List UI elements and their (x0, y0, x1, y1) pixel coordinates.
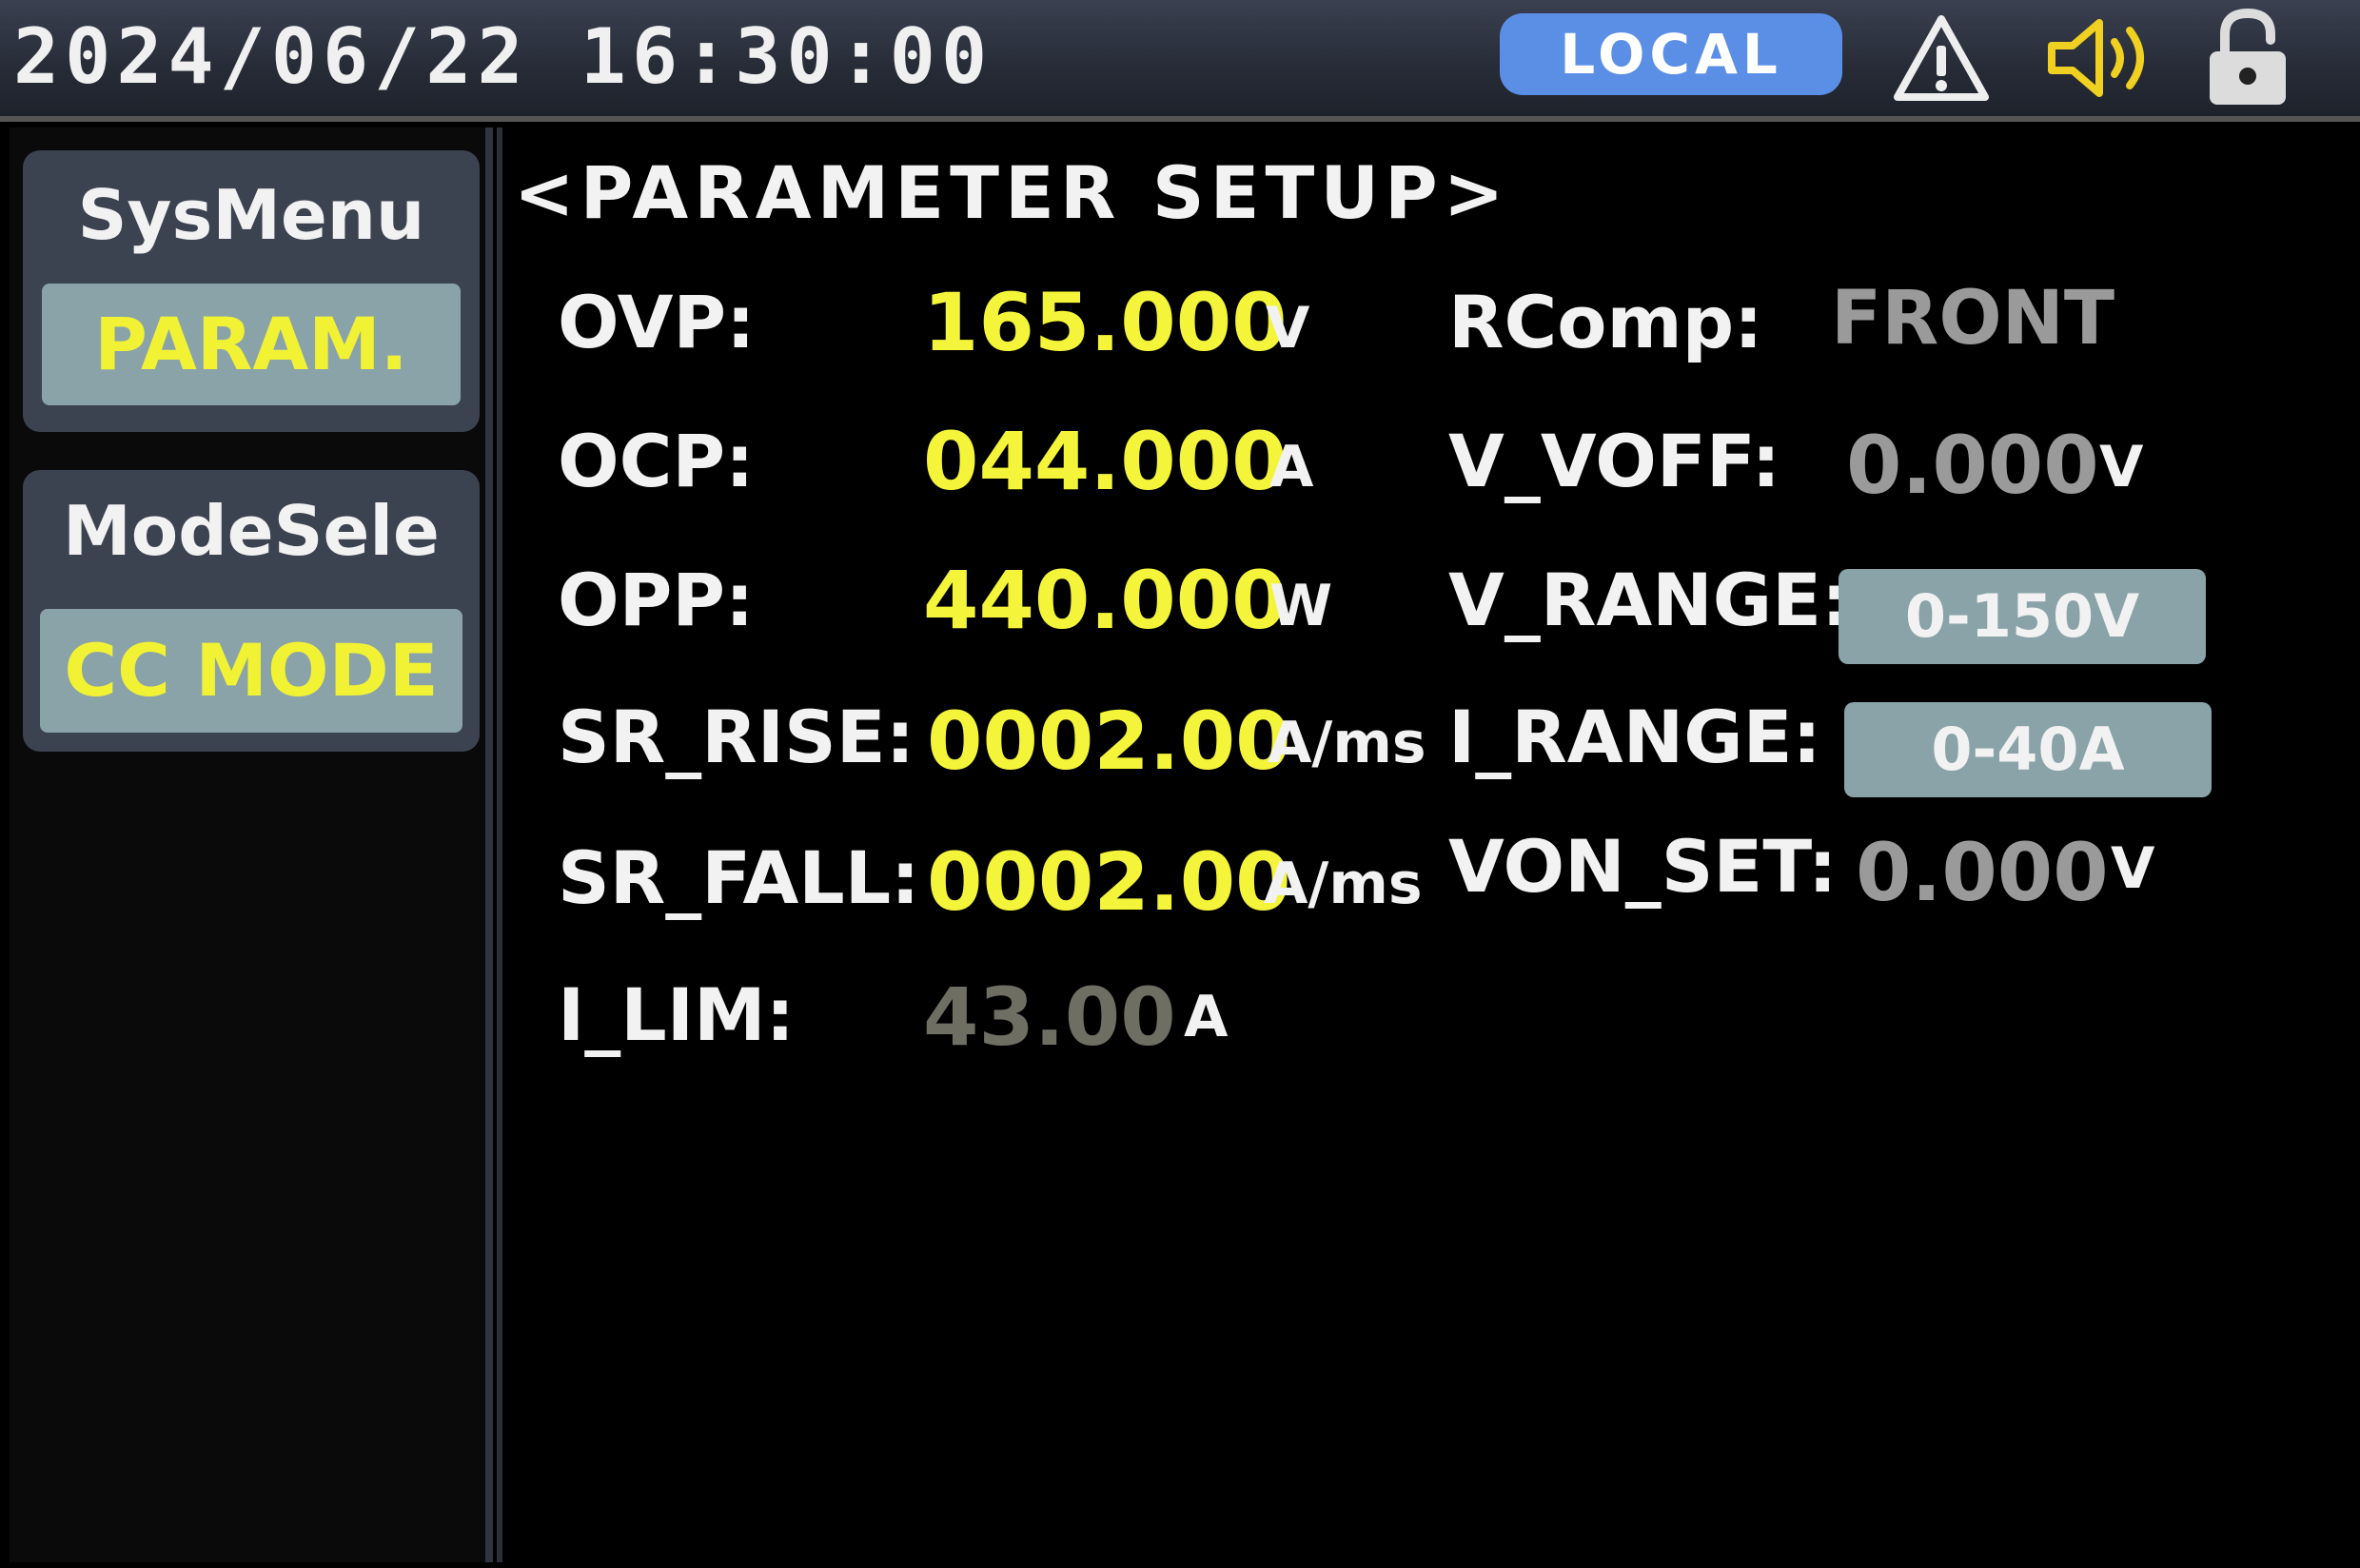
sr-rise-label: SR_RISE: (558, 695, 915, 779)
speaker-icon[interactable] (2044, 13, 2158, 103)
i-lim-value: 43.00 (923, 970, 1176, 1064)
parameter-setup-panel: <PARAMETER SETUP> OVP: 165.000 V OCP: 04… (497, 127, 2356, 1562)
sysmenu-title: SysMenu (77, 175, 425, 255)
i-range-label: I_RANGE: (1448, 695, 1821, 779)
von-set-label: VON_SET: (1448, 824, 1838, 909)
datetime-display: 2024/06/22 16:30:00 (13, 12, 993, 101)
sr-rise-value[interactable]: 0002.00 (927, 695, 1291, 788)
rcomp-value[interactable]: FRONT (1831, 276, 2114, 362)
mode-select-selected-button[interactable]: CC MODE (40, 609, 462, 733)
sysmenu-selected-button[interactable]: PARAM. (42, 284, 461, 405)
rcomp-label: RComp: (1448, 280, 1763, 364)
opp-value[interactable]: 440.000 (923, 554, 1288, 647)
i-lim-label: I_LIM: (558, 972, 796, 1057)
von-set-unit: V (2111, 835, 2155, 902)
status-bar: 2024/06/22 16:30:00 LOCAL (0, 0, 2360, 122)
von-set-value[interactable]: 0.000 (1856, 826, 2109, 919)
sr-fall-value[interactable]: 0002.00 (927, 835, 1291, 929)
page-title: <PARAMETER SETUP> (514, 150, 1510, 235)
sr-fall-unit: A/ms (1264, 851, 1423, 917)
v-range-button[interactable]: 0-150V (1839, 569, 2206, 664)
side-menu-panel: SysMenu PARAM. ModeSele CC MODE (10, 127, 493, 1562)
sysmenu-group: SysMenu PARAM. (23, 150, 480, 432)
local-mode-badge[interactable]: LOCAL (1500, 13, 1842, 95)
v-voff-unit: V (2099, 434, 2144, 500)
v-range-label: V_RANGE: (1448, 558, 1851, 642)
ovp-unit: V (1266, 295, 1310, 362)
v-voff-value[interactable]: 0.000 (1846, 419, 2099, 512)
sr-rise-unit: A/ms (1268, 710, 1426, 776)
warning-icon (1894, 15, 1989, 101)
opp-label: OPP: (558, 558, 755, 642)
mode-select-title: ModeSele (63, 491, 440, 571)
opp-unit: W (1269, 573, 1333, 639)
v-voff-label: V_VOFF: (1448, 419, 1780, 503)
i-range-button[interactable]: 0-40A (1844, 702, 2212, 797)
ocp-value[interactable]: 044.000 (923, 415, 1288, 508)
unlock-icon[interactable] (2204, 8, 2291, 107)
ovp-value[interactable]: 165.000 (923, 276, 1288, 369)
sr-fall-label: SR_FALL: (558, 835, 920, 920)
i-lim-unit: A (1184, 984, 1229, 1050)
ocp-unit: A (1269, 434, 1314, 500)
ovp-label: OVP: (558, 280, 756, 364)
ocp-label: OCP: (558, 419, 755, 503)
mode-select-group: ModeSele CC MODE (23, 470, 480, 752)
